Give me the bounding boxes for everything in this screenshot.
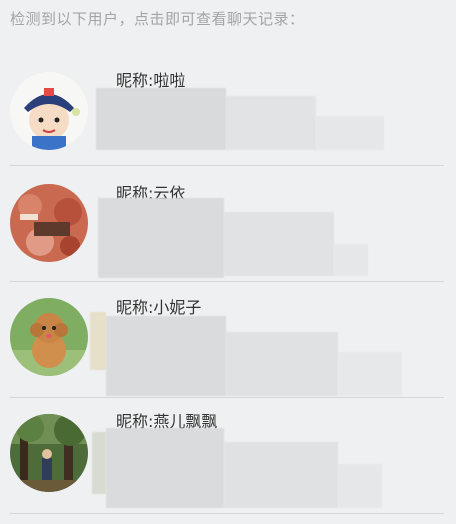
blurred-preview (90, 312, 106, 370)
poodle-dog-avatar-icon (10, 298, 88, 376)
instruction-header: 检测到以下用户，点击即可查看聊天记录： (10, 10, 305, 28)
row-divider (10, 513, 444, 514)
blurred-preview (224, 442, 338, 508)
blurred-preview (226, 332, 338, 396)
user-row-3[interactable]: 昵称:小妮子 (0, 282, 456, 398)
user-row-1[interactable]: 昵称:啦啦 (0, 50, 456, 166)
cartoon-boy-avatar-icon (10, 72, 88, 150)
red-flowers-avatar-icon (10, 184, 88, 262)
blurred-preview (92, 432, 106, 494)
blurred-preview (338, 352, 402, 396)
nickname-label: 昵称:小妮子 (116, 298, 202, 317)
blurred-preview (316, 116, 384, 150)
user-row-4[interactable]: 昵称:燕儿飘飘 (0, 398, 456, 514)
blurred-preview (226, 96, 316, 150)
blurred-preview (96, 88, 226, 150)
blurred-preview (106, 428, 224, 508)
user-row-2[interactable]: 昵称:云依 (0, 166, 456, 282)
blurred-preview (98, 198, 224, 278)
blurred-preview (106, 316, 226, 396)
blurred-preview (338, 464, 382, 508)
forest-photo-avatar-icon (10, 414, 88, 492)
blurred-preview (334, 244, 368, 276)
blurred-preview (224, 212, 334, 276)
